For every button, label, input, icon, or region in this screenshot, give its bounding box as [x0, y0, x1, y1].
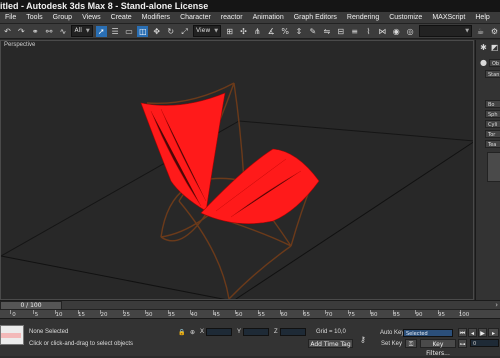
- go-to-start-icon[interactable]: ⏮: [458, 328, 467, 337]
- main-toolbar: ↶ ↷ ⚭ ⚯ ∿ All ▼ ➚ ☰ ▭ ◫ ✥ ↻ ⤢ View ▼ ⊞ ✣…: [0, 24, 500, 39]
- rotate-icon[interactable]: ↻: [165, 26, 176, 37]
- layer-manager-icon[interactable]: ≡: [349, 26, 360, 37]
- set-key-label[interactable]: Set Key: [381, 341, 402, 347]
- x-coordinate-field[interactable]: [206, 328, 232, 336]
- set-key-icon[interactable]: ⚿: [405, 339, 417, 348]
- z-coordinate-field[interactable]: [280, 328, 306, 336]
- render-type-dropdown[interactable]: ▼: [418, 25, 473, 37]
- scene-canvas: [1, 82, 473, 299]
- add-time-tag-button[interactable]: Add Time Tag: [308, 339, 353, 348]
- sphere-button[interactable]: Sph: [485, 110, 500, 118]
- menu-customize[interactable]: Customize: [384, 14, 427, 21]
- absolute-mode-icon[interactable]: ⊕: [190, 329, 195, 336]
- previous-frame-icon[interactable]: ◂: [468, 328, 477, 337]
- modify-tab-icon[interactable]: ◩: [489, 42, 500, 53]
- menu-reactor[interactable]: reactor: [216, 14, 248, 21]
- y-label: Y: [237, 329, 242, 335]
- auto-key-label[interactable]: Auto Key: [380, 330, 404, 336]
- mirror-icon[interactable]: ⇋: [321, 26, 332, 37]
- spinner-snap-icon[interactable]: ⇕: [294, 26, 305, 37]
- schematic-view-icon[interactable]: ⋈: [377, 26, 388, 37]
- window-crossing-icon[interactable]: ◫: [137, 25, 149, 37]
- maxscript-mini-listener-line: [1, 333, 21, 338]
- selection-filter-value: All: [74, 27, 82, 34]
- menu-tools[interactable]: Tools: [21, 14, 47, 21]
- menu-views[interactable]: Views: [77, 14, 106, 21]
- render-scene-icon[interactable]: ◎: [405, 26, 416, 37]
- prompt-line: Click or click-and-drag to select object…: [29, 341, 134, 347]
- x-label: X: [200, 329, 205, 335]
- key-icon[interactable]: ⚷: [360, 335, 366, 344]
- percent-snap-icon[interactable]: %: [280, 26, 291, 37]
- chevron-down-icon: ▼: [85, 28, 90, 34]
- teapot-button[interactable]: Tea: [485, 140, 500, 148]
- menu-create[interactable]: Create: [106, 14, 137, 21]
- select-by-name-icon[interactable]: ☰: [110, 26, 121, 37]
- reference-coord-dropdown[interactable]: View ▼: [193, 25, 222, 37]
- named-selection-icon[interactable]: ✎: [307, 26, 318, 37]
- next-key-icon[interactable]: ▸: [488, 328, 499, 337]
- select-object-icon[interactable]: ➚: [95, 25, 107, 37]
- command-panel: ✱ ◩ ● Ob Stan Bo Sph Cyli Tor Tea: [475, 40, 500, 300]
- ruler-tick: [32, 310, 34, 314]
- cylinder-button[interactable]: Cyli: [485, 120, 500, 128]
- command-panel-scrollbar[interactable]: [487, 152, 500, 182]
- lock-selection-icon[interactable]: 🔒: [178, 329, 185, 336]
- chair-fabric-back[interactable]: [140, 92, 226, 212]
- snap-icon[interactable]: ⋔: [252, 26, 263, 37]
- reference-coord-value: View: [196, 27, 211, 34]
- link-icon[interactable]: ⚭: [30, 26, 41, 37]
- material-editor-icon[interactable]: ◉: [391, 26, 402, 37]
- undo-icon[interactable]: ↶: [2, 26, 13, 37]
- create-tab-icon[interactable]: ✱: [478, 42, 489, 53]
- selection-filter-dropdown[interactable]: All ▼: [71, 25, 93, 37]
- object-type-item[interactable]: Ob: [489, 59, 500, 67]
- menu-maxscript[interactable]: MAXScript: [427, 14, 470, 21]
- torus-button[interactable]: Tor: [485, 130, 500, 138]
- menu-file[interactable]: File: [0, 14, 21, 21]
- menu-character[interactable]: Character: [175, 14, 216, 21]
- menu-graph-editors[interactable]: Graph Editors: [289, 14, 342, 21]
- bind-space-warp-icon[interactable]: ∿: [58, 26, 69, 37]
- ruler-tick: [10, 310, 11, 314]
- window-title: itled - Autodesk 3ds Max 8 - Stand-alone…: [0, 0, 500, 12]
- align-icon[interactable]: ⊟: [335, 26, 346, 37]
- status-bar: None Selected Click or click-and-drag to…: [0, 318, 500, 357]
- scale-icon[interactable]: ⤢: [179, 26, 190, 37]
- key-mode-toggle-icon[interactable]: ⊶: [458, 339, 467, 348]
- selection-status: None Selected: [29, 329, 69, 335]
- grid-line: [238, 120, 473, 142]
- menu-help[interactable]: Help: [470, 14, 494, 21]
- current-frame-field[interactable]: 0: [470, 339, 499, 347]
- menu-animation[interactable]: Animation: [248, 14, 289, 21]
- render-last-icon[interactable]: ⚙: [489, 26, 500, 37]
- key-filters-button[interactable]: Key Filters...: [420, 339, 456, 357]
- perspective-viewport[interactable]: Perspective: [0, 40, 474, 300]
- curve-editor-icon[interactable]: ⌇: [363, 26, 374, 37]
- box-button[interactable]: Bo: [485, 100, 500, 108]
- unlink-icon[interactable]: ⚯: [44, 26, 55, 37]
- menu-modifiers[interactable]: Modifiers: [137, 14, 175, 21]
- chevron-down-icon: ▼: [465, 28, 470, 34]
- menu-group[interactable]: Group: [48, 14, 77, 21]
- move-icon[interactable]: ✥: [151, 26, 162, 37]
- standard-primitives-dropdown[interactable]: Stan: [485, 70, 500, 78]
- play-icon[interactable]: ▶: [478, 328, 487, 337]
- grid-spacing: Grid = 10,0: [316, 329, 346, 335]
- rect-selection-region-icon[interactable]: ▭: [124, 26, 135, 37]
- pivot-center-icon[interactable]: ⊞: [224, 26, 235, 37]
- key-mode-dropdown[interactable]: Selected: [403, 329, 453, 337]
- menu-rendering[interactable]: Rendering: [342, 14, 384, 21]
- grid-line: [1, 255, 226, 299]
- select-manipulate-icon[interactable]: ✣: [238, 26, 249, 37]
- angle-snap-icon[interactable]: ∡: [266, 26, 277, 37]
- redo-icon[interactable]: ↷: [16, 26, 27, 37]
- menu-bar: File Tools Group Views Create Modifiers …: [0, 12, 500, 24]
- y-coordinate-field[interactable]: [243, 328, 269, 336]
- z-label: Z: [274, 329, 278, 335]
- quick-render-icon[interactable]: ☕: [475, 26, 486, 37]
- geometry-icon[interactable]: ●: [478, 57, 489, 68]
- chevron-down-icon: ▼: [214, 28, 219, 34]
